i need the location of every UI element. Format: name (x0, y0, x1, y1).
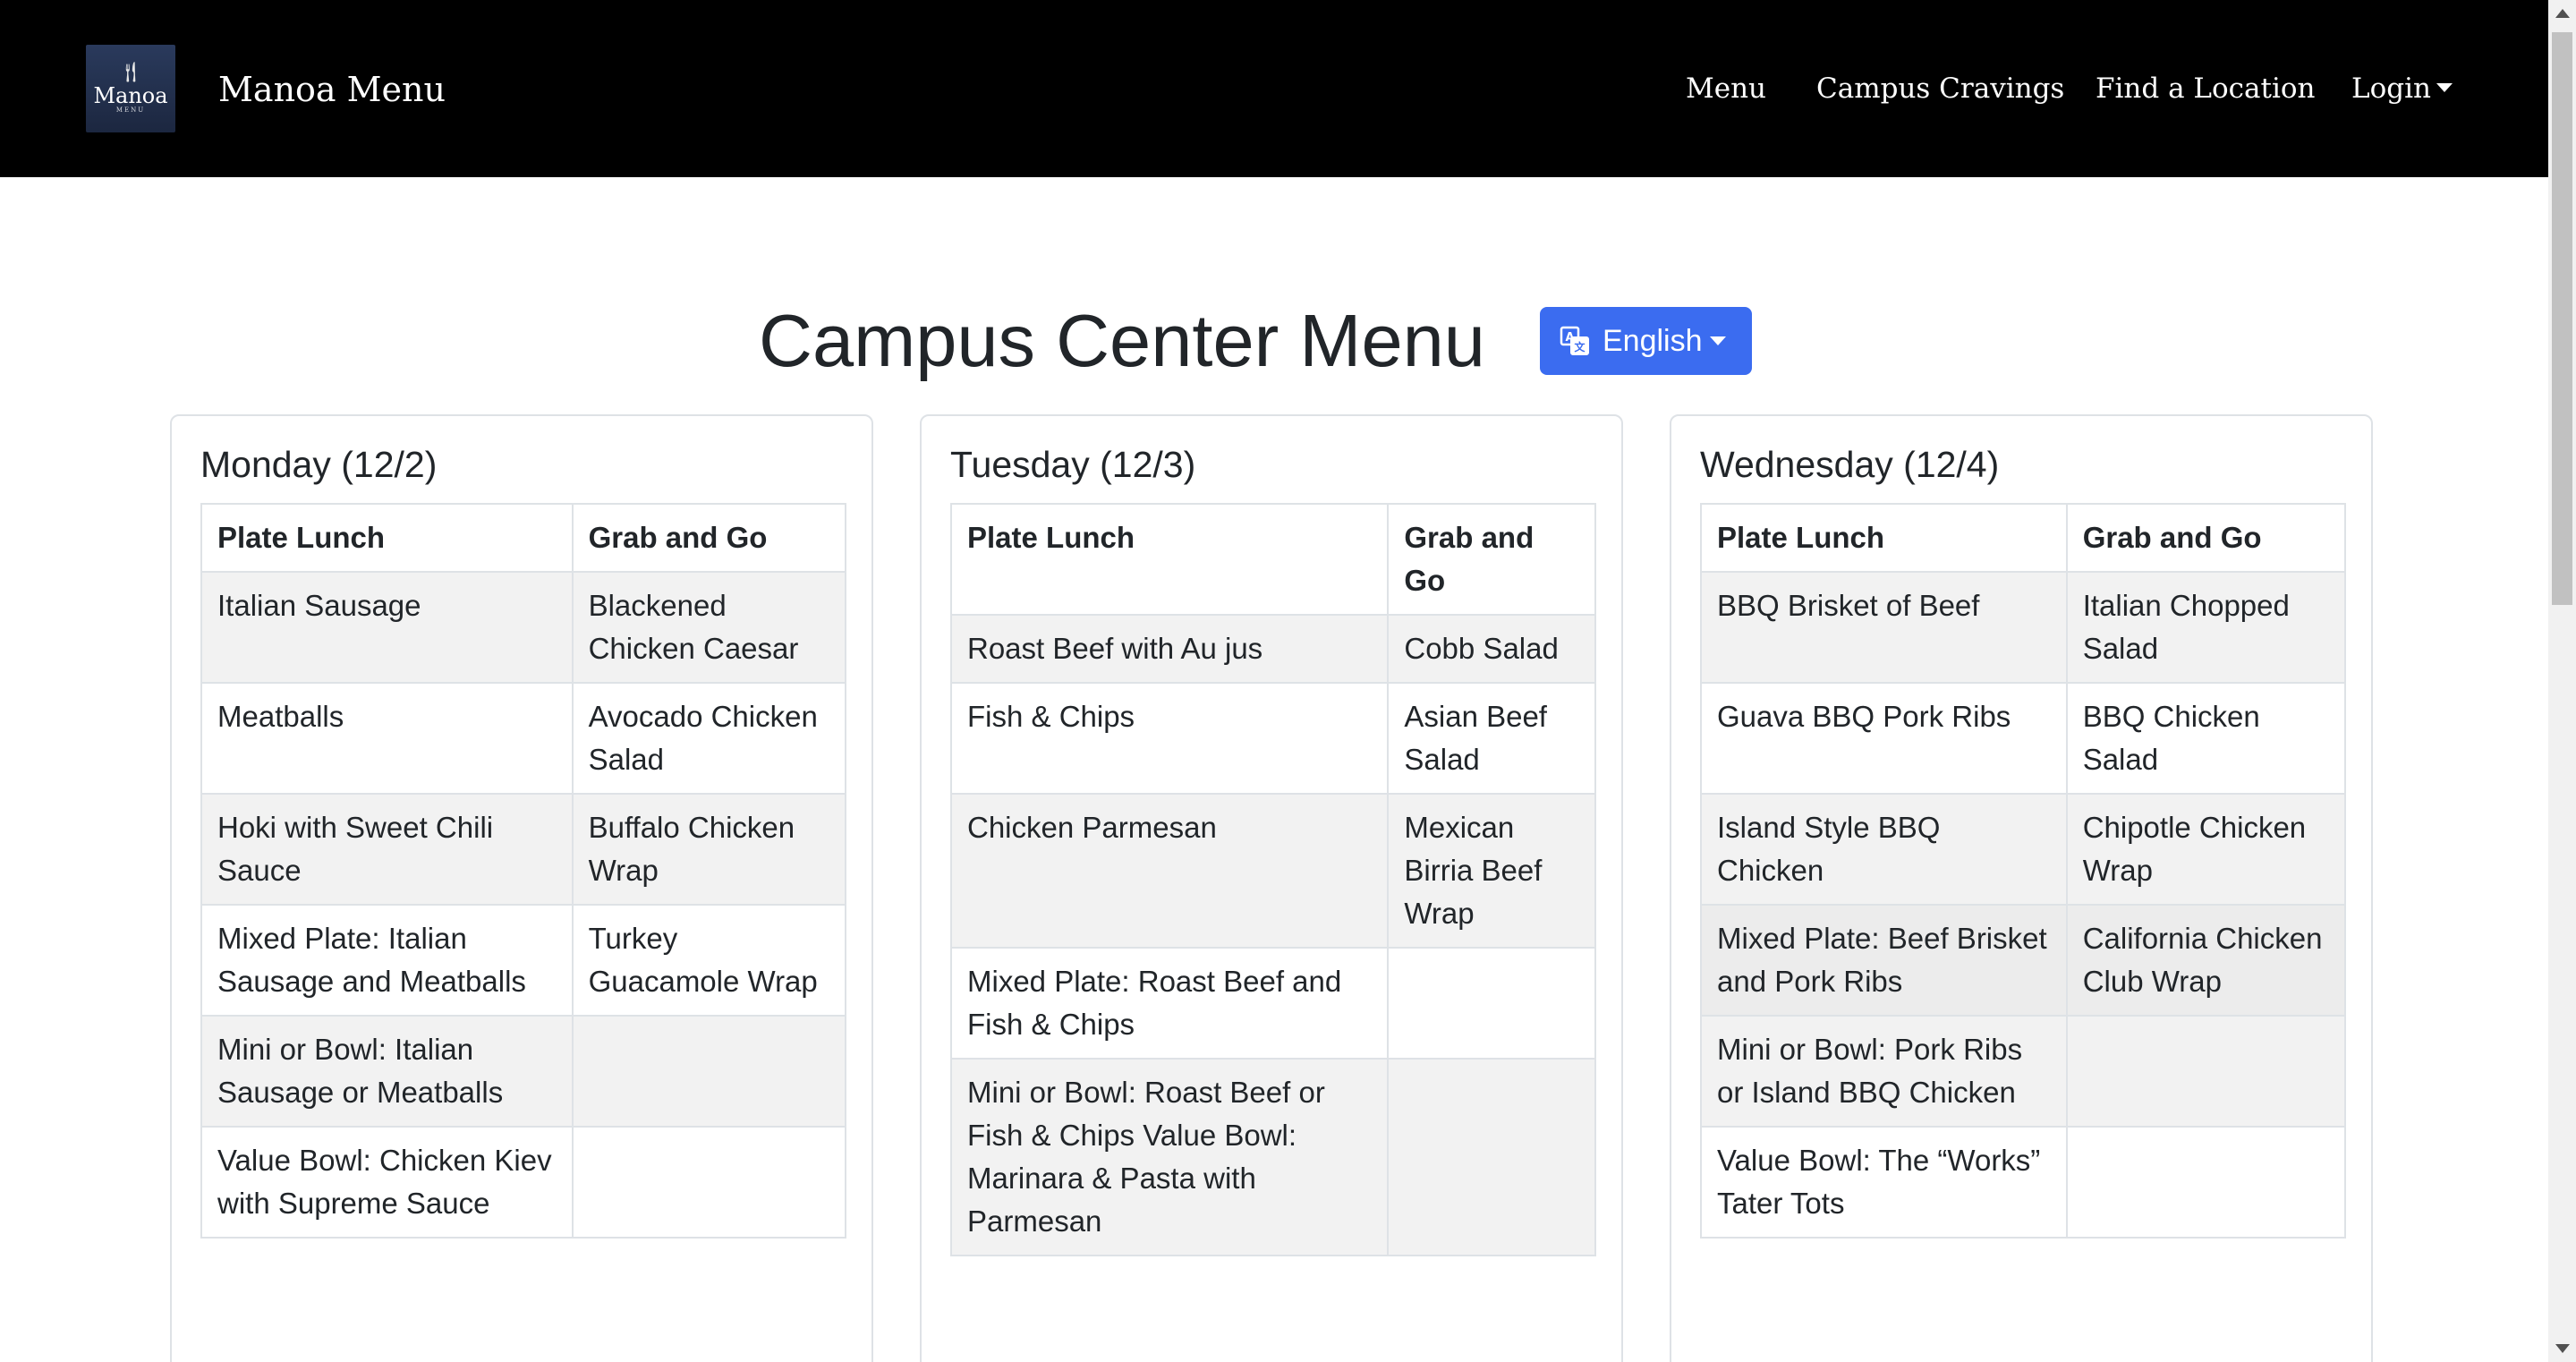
grab-and-go-cell (2065, 1126, 2347, 1239)
table-header-row: Plate Lunch Grab and Go (1700, 503, 2347, 573)
table-row: Meatballs Avocado Chicken Salad (200, 682, 847, 795)
scrollbar-thumb[interactable] (2552, 32, 2572, 605)
plate-lunch-cell: Meatballs (200, 682, 574, 795)
grab-and-go-cell: Asian Beef Salad (1387, 682, 1596, 795)
table-row: Value Bowl: The “Works” Tater Tots (1700, 1126, 2347, 1239)
column-header-grab-and-go: Grab and Go (1387, 503, 1596, 616)
menu-table: Plate Lunch Grab and Go Roast Beef with … (949, 503, 1596, 1256)
grab-and-go-cell: Turkey Guacamole Wrap (571, 904, 847, 1017)
plate-lunch-cell: Hoki with Sweet Chili Sauce (200, 793, 574, 906)
column-header-plate-lunch: Plate Lunch (200, 503, 574, 573)
nav-link-campus-cravings[interactable]: Campus Cravings (1816, 68, 2064, 109)
plate-lunch-cell: Mini or Bowl: Pork Ribs or Island BBQ Ch… (1700, 1015, 2068, 1128)
table-row: Mixed Plate: Roast Beef and Fish & Chips (949, 947, 1596, 1060)
plate-lunch-cell: Fish & Chips (949, 682, 1390, 795)
scroll-down-arrow-icon[interactable] (2555, 1344, 2570, 1353)
plate-lunch-cell: Roast Beef with Au jus (949, 614, 1390, 684)
column-header-grab-and-go: Grab and Go (2065, 503, 2347, 573)
table-row: Mini or Bowl: Italian Sausage or Meatbal… (200, 1015, 847, 1128)
svg-text:文: 文 (1574, 340, 1586, 353)
grab-and-go-cell: Blackened Chicken Caesar (571, 571, 847, 684)
grab-and-go-cell: Cobb Salad (1387, 614, 1596, 684)
language-dropdown-button[interactable]: A 文 English (1540, 307, 1752, 375)
table-row: Island Style BBQ Chicken Chipotle Chicke… (1700, 793, 2347, 906)
day-title: Tuesday (12/3) (950, 444, 1196, 485)
caret-down-icon (1709, 336, 1726, 345)
grab-and-go-cell: Buffalo Chicken Wrap (571, 793, 847, 906)
grab-and-go-cell: Avocado Chicken Salad (571, 682, 847, 795)
plate-lunch-cell: Island Style BBQ Chicken (1700, 793, 2068, 906)
login-dropdown[interactable]: Login (2351, 68, 2453, 109)
page: 🍴︎ Manoa MENU Manoa Menu Menu Campus Cra… (0, 0, 2576, 1362)
table-header-row: Plate Lunch Grab and Go (949, 503, 1596, 616)
table-row: Roast Beef with Au jus Cobb Salad (949, 614, 1596, 684)
plate-lunch-cell: BBQ Brisket of Beef (1700, 571, 2068, 684)
plate-lunch-cell: Italian Sausage (200, 571, 574, 684)
grab-and-go-cell: BBQ Chicken Salad (2065, 682, 2347, 795)
grab-and-go-cell (2065, 1015, 2347, 1128)
plate-lunch-cell: Mini or Bowl: Roast Beef or Fish & Chips… (949, 1058, 1390, 1256)
plate-lunch-cell: Mixed Plate: Beef Brisket and Pork Ribs (1700, 904, 2068, 1017)
grab-and-go-cell (1387, 947, 1596, 1060)
day-title: Monday (12/2) (200, 444, 438, 485)
menu-table: Plate Lunch Grab and Go Italian Sausage … (200, 503, 847, 1239)
grab-and-go-cell (571, 1015, 847, 1128)
day-title: Wednesday (12/4) (1700, 444, 2000, 485)
nav-link-find-a-location[interactable]: Find a Location (2096, 68, 2316, 109)
table-row: BBQ Brisket of Beef Italian Chopped Sala… (1700, 571, 2347, 684)
language-label: English (1603, 324, 1703, 358)
nav-link-menu[interactable]: Menu (1686, 68, 1766, 109)
logo-sub: MENU (115, 106, 146, 114)
plate-lunch-cell: Chicken Parmesan (949, 793, 1390, 949)
logo-word: Manoa (93, 83, 168, 108)
day-card-wednesday: Wednesday (12/4) Plate Lunch Grab and Go… (1670, 414, 2373, 1362)
grab-and-go-cell: Mexican Birria Beef Wrap (1387, 793, 1596, 949)
caret-down-icon (2436, 83, 2453, 92)
plate-lunch-cell: Value Bowl: The “Works” Tater Tots (1700, 1126, 2068, 1239)
plate-lunch-cell: Value Bowl: Chicken Kiev with Supreme Sa… (200, 1126, 574, 1239)
translate-icon: A 文 (1560, 326, 1589, 355)
fork-knife-icon: 🍴︎ (118, 62, 143, 84)
scroll-up-arrow-icon[interactable] (2555, 9, 2570, 18)
navbar: 🍴︎ Manoa MENU Manoa Menu Menu Campus Cra… (0, 0, 2548, 177)
plate-lunch-cell: Mixed Plate: Roast Beef and Fish & Chips (949, 947, 1390, 1060)
table-row: Guava BBQ Pork Ribs BBQ Chicken Salad (1700, 682, 2347, 795)
table-row: Mini or Bowl: Pork Ribs or Island BBQ Ch… (1700, 1015, 2347, 1128)
brand-link[interactable]: Manoa Menu (218, 64, 446, 115)
page-title: Campus Center Menu (759, 299, 1485, 382)
table-row: Hoki with Sweet Chili Sauce Buffalo Chic… (200, 793, 847, 906)
table-row: Mixed Plate: Italian Sausage and Meatbal… (200, 904, 847, 1017)
scrollbar[interactable] (2548, 0, 2576, 1362)
table-row: Fish & Chips Asian Beef Salad (949, 682, 1596, 795)
table-row: Mixed Plate: Beef Brisket and Pork Ribs … (1700, 904, 2347, 1017)
column-header-grab-and-go: Grab and Go (571, 503, 847, 573)
login-label: Login (2351, 72, 2431, 105)
grab-and-go-cell (571, 1126, 847, 1239)
grab-and-go-cell: Chipotle Chicken Wrap (2065, 793, 2347, 906)
table-row: Value Bowl: Chicken Kiev with Supreme Sa… (200, 1126, 847, 1239)
grab-and-go-cell: Italian Chopped Salad (2065, 571, 2347, 684)
day-card-monday: Monday (12/2) Plate Lunch Grab and Go It… (170, 414, 873, 1362)
logo[interactable]: 🍴︎ Manoa MENU (86, 45, 175, 132)
table-row: Chicken Parmesan Mexican Birria Beef Wra… (949, 793, 1596, 949)
table-header-row: Plate Lunch Grab and Go (200, 503, 847, 573)
plate-lunch-cell: Mini or Bowl: Italian Sausage or Meatbal… (200, 1015, 574, 1128)
column-header-plate-lunch: Plate Lunch (1700, 503, 2068, 573)
plate-lunch-cell: Mixed Plate: Italian Sausage and Meatbal… (200, 904, 574, 1017)
grab-and-go-cell: California Chicken Club Wrap (2065, 904, 2347, 1017)
day-card-tuesday: Tuesday (12/3) Plate Lunch Grab and Go R… (920, 414, 1623, 1362)
plate-lunch-cell: Guava BBQ Pork Ribs (1700, 682, 2068, 795)
grab-and-go-cell (1387, 1058, 1596, 1256)
table-row: Mini or Bowl: Roast Beef or Fish & Chips… (949, 1058, 1596, 1256)
menu-table: Plate Lunch Grab and Go BBQ Brisket of B… (1700, 503, 2347, 1239)
column-header-plate-lunch: Plate Lunch (949, 503, 1390, 616)
table-row: Italian Sausage Blackened Chicken Caesar (200, 571, 847, 684)
